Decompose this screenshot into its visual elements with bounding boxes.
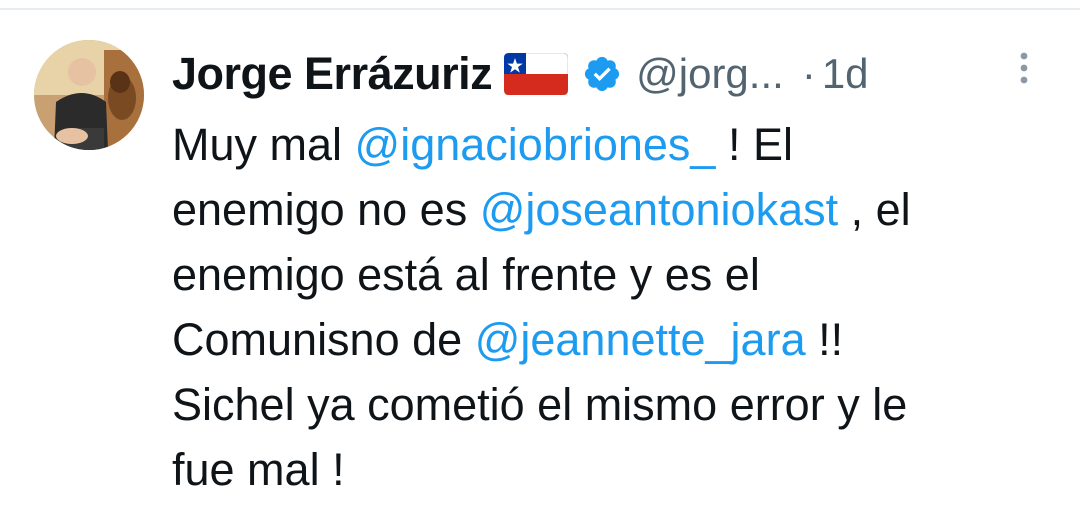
text-segment: Muy mal [172, 119, 355, 170]
tweet[interactable]: Jorge Errázuriz @jorg... · 1d Muy mal @i… [0, 0, 1080, 511]
tweet-line: Comunisno de @jeannette_jara !! [172, 307, 1052, 372]
text-segment: enemigo no es [172, 184, 480, 235]
tweet-line: enemigo está al frente y es el [172, 242, 1052, 307]
tweet-line: Muy mal @ignaciobriones_ ! El [172, 112, 1052, 177]
tweet-line: Sichel ya cometió el mismo error y le [172, 372, 1052, 437]
tweet-header: Jorge Errázuriz @jorg... · 1d [172, 44, 869, 104]
verified-badge-icon[interactable] [582, 54, 622, 94]
text-segment: enemigo está al frente y es el [172, 249, 760, 300]
mention-link[interactable]: @jeannette_jara [475, 314, 806, 365]
display-name[interactable]: Jorge Errázuriz [172, 48, 493, 100]
text-segment: , el [838, 184, 911, 235]
tweet-text: Muy mal @ignaciobriones_ ! El enemigo no… [172, 112, 1052, 502]
chile-flag-icon [503, 52, 569, 96]
mention-link[interactable]: @ignaciobriones_ [355, 119, 716, 170]
text-segment: fue mal ! [172, 444, 345, 495]
mention-link[interactable]: @joseantonio​kast [480, 184, 838, 235]
more-options-icon[interactable] [1012, 48, 1036, 88]
avatar[interactable] [34, 40, 144, 150]
tweet-line: fue mal ! [172, 437, 1052, 502]
text-segment: Comunisno de [172, 314, 475, 365]
timestamp[interactable]: 1d [822, 50, 869, 98]
author-handle[interactable]: @jorg... [636, 50, 784, 98]
text-segment: Sichel ya cometió el mismo error y le [172, 379, 908, 430]
avatar-photo [34, 40, 144, 150]
text-segment: !! [805, 314, 844, 365]
text-segment: ! El [715, 119, 793, 170]
separator-dot: · [801, 50, 816, 97]
tweet-line: enemigo no es @joseantonio​kast , el [172, 177, 1052, 242]
